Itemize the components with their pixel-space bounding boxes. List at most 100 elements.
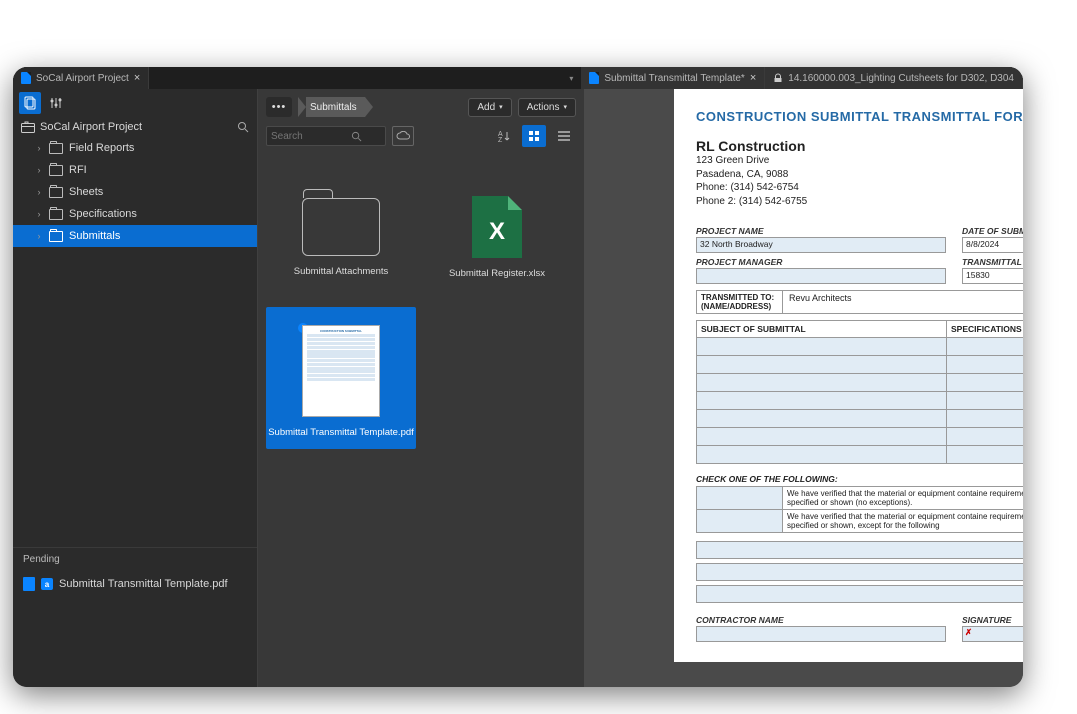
folder-icon (302, 198, 380, 256)
checkbox-cell[interactable] (697, 487, 783, 509)
transmitted-to-field[interactable]: Revu Architects (783, 291, 1023, 313)
notes-field[interactable] (696, 563, 1023, 581)
page-icon (23, 577, 35, 591)
field-label: CONTRACTOR NAME (696, 615, 946, 625)
file-browser: ••• Submittals Add▾ Actions▾ (258, 89, 584, 687)
pdf-page: CONSTRUCTION SUBMITTAL TRANSMITTAL FORM … (674, 89, 1023, 662)
sliders-button[interactable] (45, 92, 67, 114)
actions-button[interactable]: Actions▾ (518, 98, 576, 117)
lock-icon (773, 73, 783, 83)
cloud-icon (396, 131, 410, 141)
sort-button[interactable]: AZ (492, 125, 516, 147)
phone-line: Phone: (314) 542-6754 (696, 181, 1023, 195)
field-label: DATE OF SUBMI (962, 226, 1023, 236)
date-field[interactable]: 8/8/2024 (962, 237, 1023, 253)
notes-field[interactable] (696, 541, 1023, 559)
tree-label: Specifications (69, 208, 137, 220)
project-manager-field[interactable] (696, 268, 946, 284)
addr-line: 123 Green Drive (696, 154, 1023, 168)
check-option-1[interactable]: We have verified that the material or eq… (696, 486, 1023, 510)
field-label: SIGNATURE (962, 615, 1023, 625)
table-row[interactable] (697, 373, 1023, 391)
search-icon[interactable] (237, 121, 249, 133)
addr-line: Pasadena, CA, 9088 (696, 168, 1023, 182)
grid-view-button[interactable] (522, 125, 546, 147)
section-label: CHECK ONE OF THE FOLLOWING: (696, 474, 1023, 484)
list-icon (557, 130, 571, 142)
list-view-button[interactable] (552, 125, 576, 147)
folder-icon (49, 209, 63, 220)
field-label: PROJECT NAME (696, 226, 946, 236)
tree-item-rfi[interactable]: ›RFI (13, 159, 257, 181)
search-box[interactable] (266, 126, 386, 146)
file-name: Submittal Attachments (294, 266, 389, 277)
field-label: PROJECT MANAGER (696, 257, 946, 267)
table-row[interactable] (697, 391, 1023, 409)
tree-item-submittals[interactable]: ›Submittals (13, 225, 257, 247)
pdf-thumbnail: CONSTRUCTION SUBMITTAL (302, 325, 380, 417)
tab-locked[interactable]: 14.160000.003_Lighting Cutsheets for D30… (765, 67, 1023, 89)
excel-icon: X (472, 196, 522, 258)
pending-file[interactable]: a Submittal Transmittal Template.pdf (13, 571, 257, 597)
chevron-right-icon: › (35, 231, 43, 241)
notes-field[interactable] (696, 585, 1023, 603)
tree-item-specifications[interactable]: › Specifications (13, 203, 257, 225)
folder-icon (49, 187, 63, 198)
close-icon[interactable]: × (134, 72, 140, 84)
table-row[interactable] (697, 355, 1023, 373)
check-option-2[interactable]: We have verified that the material or eq… (696, 510, 1023, 533)
tree-item-field-reports[interactable]: › Field Reports (13, 137, 257, 159)
add-button[interactable]: Add▾ (468, 98, 511, 117)
table-header: SPECIFICATIONS (947, 321, 1023, 337)
more-button[interactable]: ••• (266, 97, 292, 117)
chevron-right-icon: › (35, 187, 43, 197)
checkbox-cell[interactable] (697, 510, 783, 532)
sliders-icon (49, 96, 63, 110)
file-grid: Submittal Attachments X Submittal Regist… (258, 155, 584, 453)
tab-project[interactable]: SoCal Airport Project × (13, 67, 149, 89)
field-label: TRANSMITTAL N (962, 257, 1023, 267)
tree-label: Sheets (69, 186, 103, 198)
transmittal-number-field[interactable]: 15830 (962, 268, 1023, 284)
file-tile-folder[interactable]: Submittal Attachments (266, 159, 416, 301)
project-title: SoCal Airport Project (40, 121, 142, 133)
pages-icon (23, 96, 37, 110)
table-row[interactable] (697, 337, 1023, 355)
check-text: We have verified that the material or eq… (783, 487, 1023, 509)
chevron-right-icon: › (35, 143, 43, 153)
table-row[interactable] (697, 409, 1023, 427)
table-row[interactable] (697, 445, 1023, 463)
check-text: We have verified that the material or eq… (783, 510, 1023, 532)
contractor-name-field[interactable] (696, 626, 946, 642)
breadcrumb-segment[interactable]: Submittals (306, 97, 365, 117)
table-header: SUBJECT OF SUBMITTAL (697, 321, 947, 337)
breadcrumb-label: Submittals (310, 102, 357, 113)
breadcrumb[interactable]: Submittals (298, 97, 373, 117)
files-panel-button[interactable] (19, 92, 41, 114)
chevron-down-icon[interactable]: ▾ (569, 74, 573, 83)
file-tile-excel[interactable]: X Submittal Register.xlsx (422, 159, 572, 301)
table-row[interactable] (697, 427, 1023, 445)
tree-item-sheets[interactable]: › Sheets (13, 181, 257, 203)
project-name-field[interactable]: 32 North Broadway (696, 237, 946, 253)
file-browser-searchrow: AZ (258, 121, 584, 155)
document-scroll[interactable]: CONSTRUCTION SUBMITTAL TRANSMITTAL FORM … (584, 89, 1023, 687)
phone-line: Phone 2: (314) 542-6755 (696, 195, 1023, 209)
document-viewer: CONSTRUCTION SUBMITTAL TRANSMITTAL FORM … (584, 89, 1023, 687)
signature-field[interactable]: ✗ (962, 626, 1023, 642)
file-tile-pdf[interactable]: CONSTRUCTION SUBMITTAL Submittal Transmi… (266, 307, 416, 449)
tree-label: Field Reports (69, 142, 134, 154)
project-icon (21, 121, 35, 133)
cloud-sync-button[interactable] (392, 126, 414, 146)
chevron-down-icon: ▾ (563, 103, 567, 111)
chevron-right-icon: › (35, 209, 43, 219)
tab-bar: SoCal Airport Project × ▾ Submittal Tran… (13, 67, 1023, 89)
page-icon (21, 72, 31, 84)
tab-label: 14.160000.003_Lighting Cutsheets for D30… (788, 73, 1014, 84)
search-input[interactable] (271, 131, 351, 142)
file-name: Submittal Register.xlsx (449, 268, 545, 279)
field-label: TRANSMITTED TO:(NAME/ADDRESS) (697, 291, 783, 313)
close-icon[interactable]: × (750, 72, 756, 84)
project-header[interactable]: SoCal Airport Project (13, 117, 257, 137)
tab-template[interactable]: Submittal Transmittal Template* × (581, 67, 765, 89)
